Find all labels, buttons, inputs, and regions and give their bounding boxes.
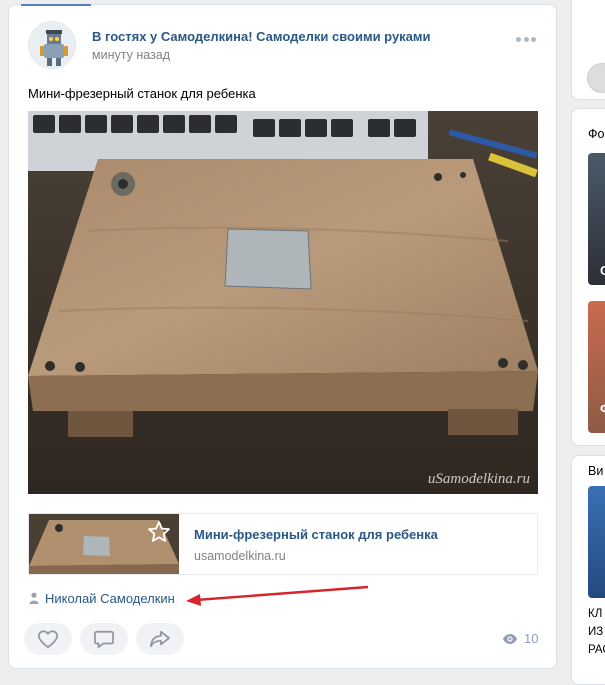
author-name[interactable]: Николай Самоделкин [45,591,175,606]
post-photo[interactable]: uSamodelkina.ru [28,111,538,494]
views-count: 10 [524,631,539,646]
link-snippet[interactable]: Мини-фрезерный станок для ребенка usamod… [28,513,538,575]
link-title[interactable]: Мини-фрезерный станок для ребенка [194,527,438,542]
like-icon [38,630,58,649]
like-button[interactable] [24,623,72,655]
post-text: Мини-фрезерный станок для ребенка [28,86,256,101]
post-author[interactable]: Николай Самоделкин [28,589,175,607]
comment-button[interactable] [80,623,128,655]
right-card-videos: Ви КЛ ИЗ РАС [571,455,605,685]
right-card-photos: Фо С Ф [571,108,605,446]
photo-thumb-2-letter: Ф [600,401,605,416]
views-icon [503,633,517,644]
video-title-line-2[interactable]: ИЗ [588,624,603,640]
share-button[interactable] [136,623,184,655]
right-card-group [571,0,605,100]
views-counter: 10 [502,631,538,646]
tab-indicator [21,4,91,6]
star-icon[interactable] [147,520,171,544]
post-timestamp[interactable]: минуту назад [92,48,170,62]
photo-thumb-2[interactable]: Ф [588,301,605,433]
photos-header[interactable]: Фо [588,127,604,141]
video-title-line-3[interactable]: РАС [588,642,605,658]
photo-thumb-1[interactable]: С [588,153,605,285]
group-avatar[interactable] [28,21,76,69]
video-title-line-1[interactable]: КЛ [588,606,602,622]
group-name-link[interactable]: В гостях у Самоделкина! Самоделки своими… [92,29,431,44]
videos-header[interactable]: Ви [588,464,603,478]
more-icon[interactable] [516,37,536,43]
post-actions [24,623,184,655]
post-card: В гостях у Самоделкина! Самоделки своими… [8,4,557,669]
link-thumbnail[interactable] [29,514,179,574]
video-thumb[interactable] [588,486,605,598]
author-icon [29,592,39,604]
link-domain[interactable]: usamodelkina.ru [194,549,286,563]
group-logo[interactable] [587,63,605,93]
share-icon [150,630,170,648]
photo-watermark: uSamodelkina.ru [427,471,530,487]
photo-thumb-1-letter: С [600,263,605,278]
comment-icon [94,630,114,649]
